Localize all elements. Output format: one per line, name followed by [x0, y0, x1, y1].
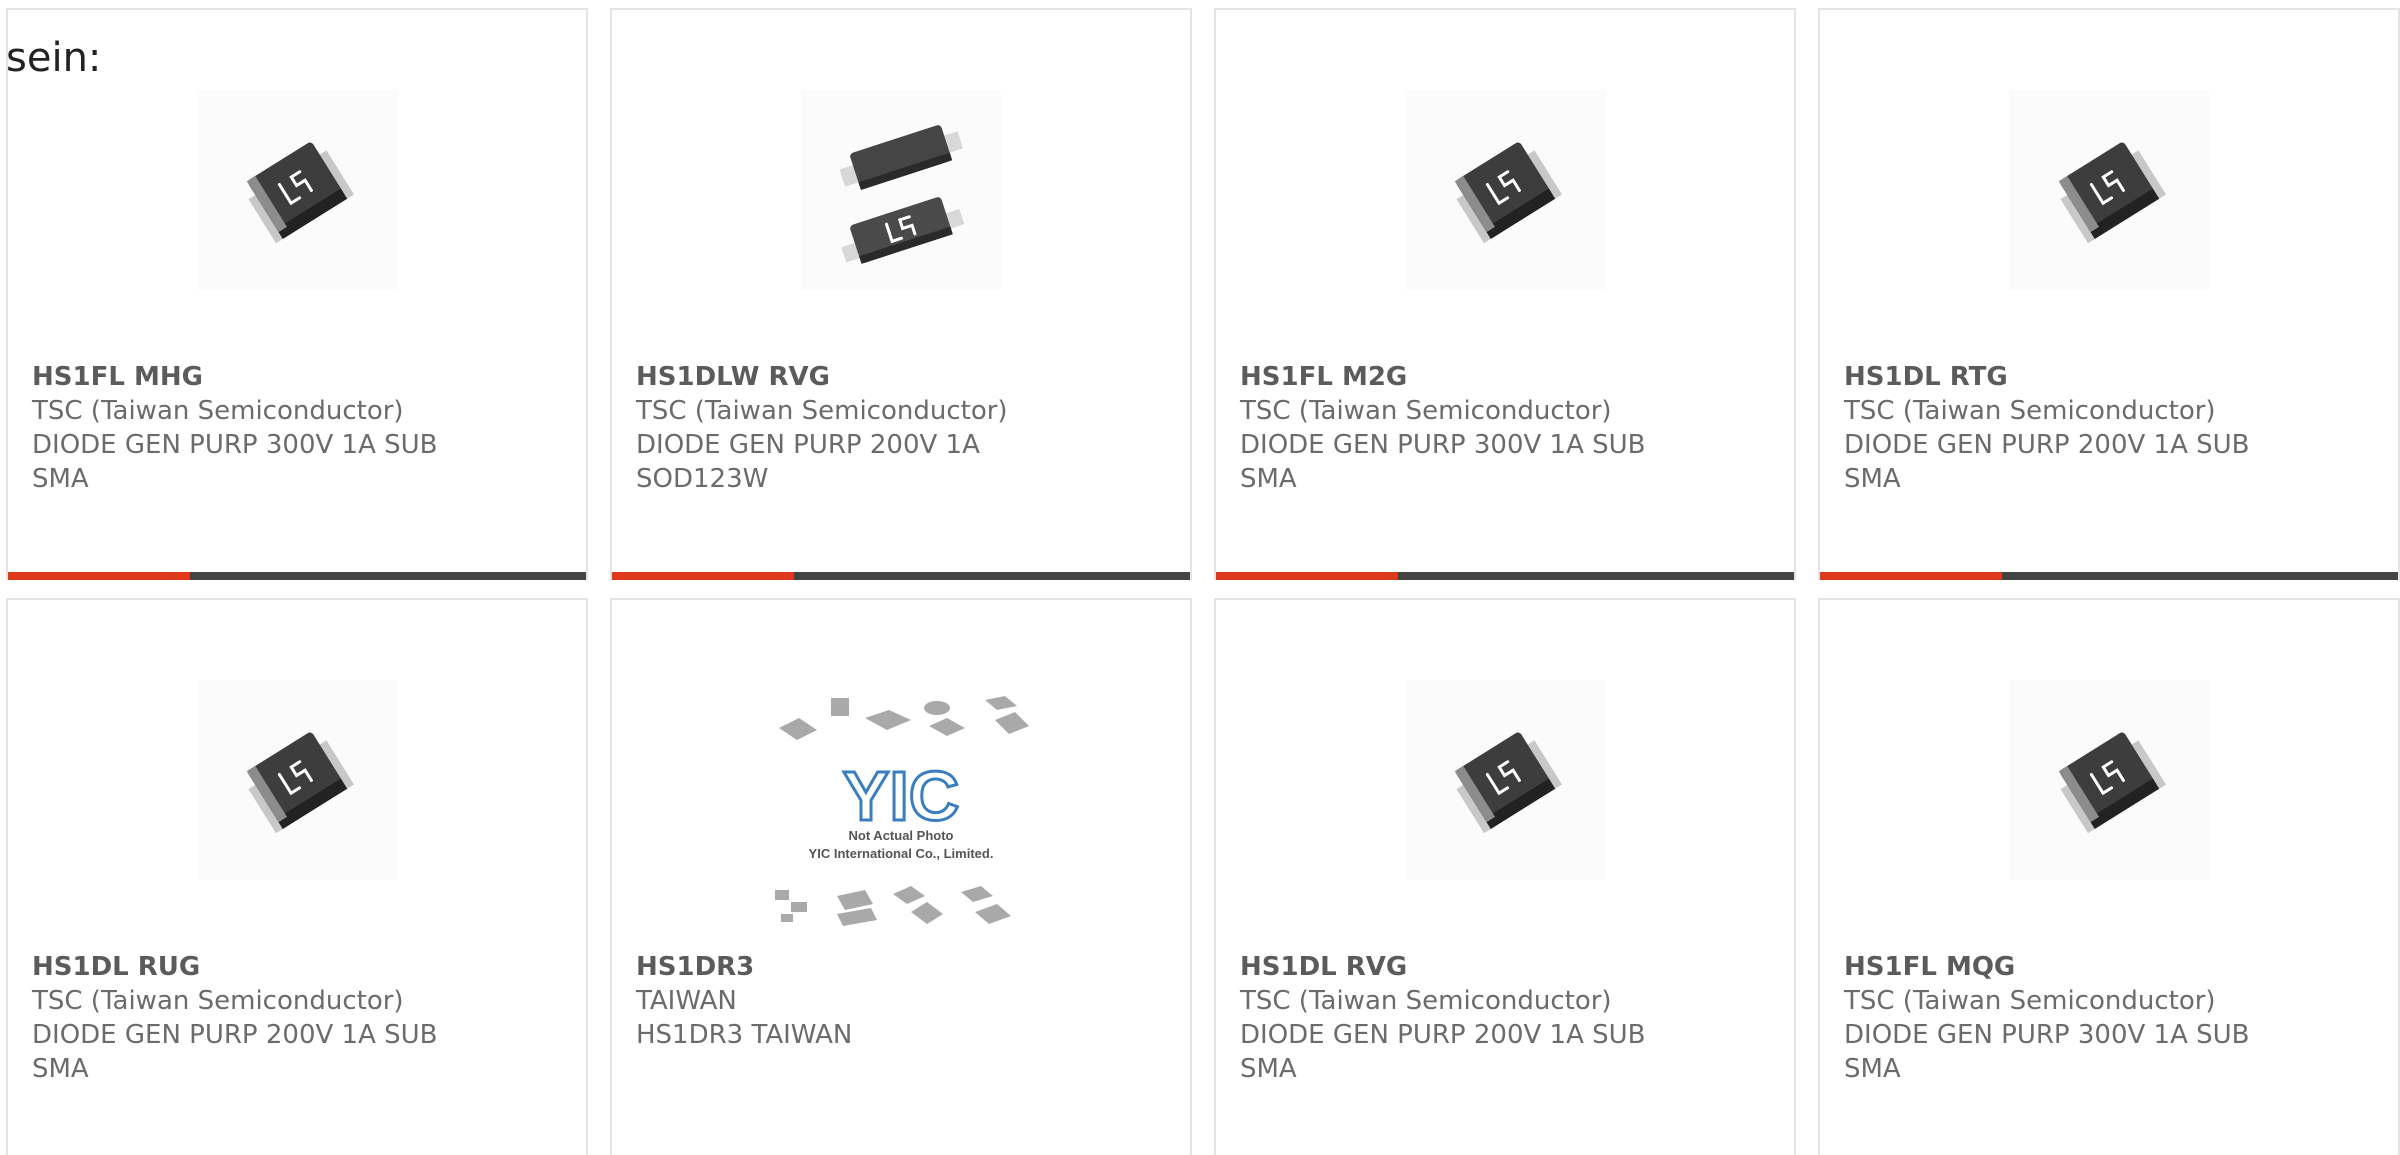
manufacturer: TSC (Taiwan Semiconductor) — [1240, 986, 1612, 1016]
product-card[interactable]: HS1DL RUG TSC (Taiwan Semiconductor) DIO… — [6, 598, 588, 1155]
card-footer-bar — [612, 572, 1190, 580]
manufacturer: TSC (Taiwan Semiconductor) — [1844, 396, 2216, 426]
placeholder-company: YIC International Co., Limited. — [809, 846, 994, 861]
product-info: HS1FL MQG TSC (Taiwan Semiconductor) DIO… — [1844, 950, 2388, 1086]
sma-diode-icon — [2009, 90, 2209, 290]
manufacturer: TSC (Taiwan Semiconductor) — [32, 396, 404, 426]
product-info: HS1DL RUG TSC (Taiwan Semiconductor) DIO… — [32, 950, 576, 1086]
placeholder-photo-icon: Not Actual Photo YIC International Co., … — [761, 690, 1041, 940]
description-line: DIODE GEN PURP 200V 1A SUB — [32, 1020, 438, 1050]
manufacturer: TSC (Taiwan Semiconductor) — [1240, 396, 1612, 426]
accent-bar — [612, 572, 794, 580]
part-number[interactable]: HS1DL RUG — [32, 950, 576, 984]
manufacturer: TSC (Taiwan Semiconductor) — [1844, 986, 2216, 1016]
part-number[interactable]: HS1DL RVG — [1240, 950, 1784, 984]
sma-diode-icon — [197, 680, 397, 880]
card-footer-bar — [8, 572, 586, 580]
description-line: HS1DR3 TAIWAN — [636, 1020, 853, 1050]
part-number[interactable]: HS1FL MQG — [1844, 950, 2388, 984]
lead-text: sein: — [6, 35, 102, 81]
description-line: DIODE GEN PURP 300V 1A SUB — [32, 430, 438, 460]
product-info: HS1DL RVG TSC (Taiwan Semiconductor) DIO… — [1240, 950, 1784, 1086]
accent-bar — [1216, 572, 1398, 580]
description-line: SMA — [32, 1054, 89, 1084]
part-number[interactable]: HS1DL RTG — [1844, 360, 2388, 394]
product-card[interactable]: HS1DL RTG TSC (Taiwan Semiconductor) DIO… — [1818, 8, 2400, 580]
product-info: HS1FL MHG TSC (Taiwan Semiconductor) DIO… — [32, 360, 576, 496]
manufacturer: TSC (Taiwan Semiconductor) — [636, 396, 1008, 426]
description-line: SMA — [1844, 464, 1901, 494]
product-info: HS1DL RTG TSC (Taiwan Semiconductor) DIO… — [1844, 360, 2388, 496]
product-card[interactable]: HS1FL MQG TSC (Taiwan Semiconductor) DIO… — [1818, 598, 2400, 1155]
part-number[interactable]: HS1FL M2G — [1240, 360, 1784, 394]
accent-bar — [8, 572, 190, 580]
sma-diode-icon — [2009, 680, 2209, 880]
part-number[interactable]: HS1DR3 — [636, 950, 1180, 984]
description-line: DIODE GEN PURP 300V 1A SUB — [1240, 430, 1646, 460]
search-results-page: sein: HS1FL MHG TSC (Taiwan Semiconducto… — [0, 0, 2400, 1155]
card-footer-bar — [1820, 572, 2398, 580]
product-card[interactable]: HS1DLW RVG TSC (Taiwan Semiconductor) DI… — [610, 8, 1192, 580]
product-card[interactable]: HS1DL RVG TSC (Taiwan Semiconductor) DIO… — [1214, 598, 1796, 1155]
product-card[interactable]: Not Actual Photo YIC International Co., … — [610, 598, 1192, 1155]
sma-diode-icon — [197, 90, 397, 290]
description-line: SMA — [1240, 1054, 1297, 1084]
product-card[interactable]: HS1FL M2G TSC (Taiwan Semiconductor) DIO… — [1214, 8, 1796, 580]
description-line: SOD123W — [636, 464, 769, 494]
description-line: DIODE GEN PURP 200V 1A SUB — [1240, 1020, 1646, 1050]
description-line: SMA — [32, 464, 89, 494]
accent-bar — [1820, 572, 2002, 580]
product-info: HS1DLW RVG TSC (Taiwan Semiconductor) DI… — [636, 360, 1180, 496]
card-footer-bar — [1216, 572, 1794, 580]
part-number[interactable]: HS1FL MHG — [32, 360, 576, 394]
sma-diode-icon — [1405, 680, 1605, 880]
product-info: HS1FL M2G TSC (Taiwan Semiconductor) DIO… — [1240, 360, 1784, 496]
sma-diode-icon — [1405, 90, 1605, 290]
product-card[interactable]: HS1FL MHG TSC (Taiwan Semiconductor) DIO… — [6, 8, 588, 580]
description-line: SMA — [1844, 1054, 1901, 1084]
description-line: DIODE GEN PURP 200V 1A — [636, 430, 980, 460]
part-number[interactable]: HS1DLW RVG — [636, 360, 1180, 394]
description-line: DIODE GEN PURP 200V 1A SUB — [1844, 430, 2250, 460]
description-line: DIODE GEN PURP 300V 1A SUB — [1844, 1020, 2250, 1050]
product-info: HS1DR3 TAIWAN HS1DR3 TAIWAN — [636, 950, 1180, 1052]
sod123w-diode-icon — [801, 90, 1001, 290]
description-line: SMA — [1240, 464, 1297, 494]
manufacturer: TAIWAN — [636, 986, 737, 1016]
manufacturer: TSC (Taiwan Semiconductor) — [32, 986, 404, 1016]
yic-logo: YIC — [843, 757, 960, 835]
